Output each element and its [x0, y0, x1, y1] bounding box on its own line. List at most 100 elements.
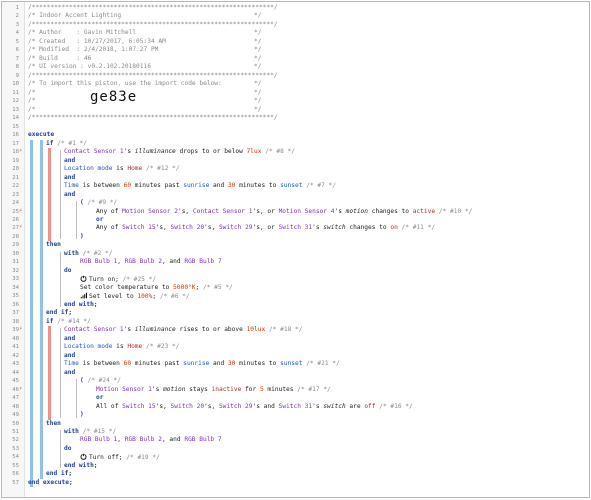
code-line: 50 then	[2, 420, 589, 428]
code-token: motion	[163, 385, 186, 393]
line-number: 13	[12, 106, 19, 113]
keyword: )	[80, 232, 84, 240]
device-name[interactable]: Motion Sensor 2	[122, 208, 178, 215]
line-number: 57	[12, 479, 19, 486]
comment: 46	[83, 54, 92, 62]
keyword: end with;	[64, 300, 98, 308]
device-name[interactable]: Motion Sensor 4	[279, 208, 335, 215]
code-line: 5 /* Created : 10/27/2017, 6:05:34 AM */	[2, 38, 589, 46]
code-token: switch	[323, 224, 346, 232]
device-name[interactable]: Switch 15	[122, 403, 156, 410]
code-line: 21 and	[2, 174, 589, 182]
code-line: 22 Time is between 60 minutes past sunris…	[2, 182, 589, 190]
device-name[interactable]: RGB Bulb 7	[184, 258, 221, 265]
code-token: stays	[185, 385, 212, 393]
device-name[interactable]: Switch 15	[122, 224, 156, 231]
code-text: and	[64, 157, 75, 165]
code-text: and	[64, 352, 75, 360]
code-line: 33 Turn on; /* #25 */	[2, 275, 589, 283]
value: Home	[127, 343, 143, 351]
comment: /* Author :	[28, 29, 84, 37]
keyword: do	[64, 266, 72, 274]
device-name[interactable]: Switch 20	[171, 224, 205, 231]
code-token: 's	[334, 207, 346, 215]
keyword: and	[64, 351, 76, 359]
device-name[interactable]: RGB Bulb 1	[80, 258, 117, 265]
comment: /* #2 */	[82, 249, 113, 257]
code-text: )	[80, 411, 84, 419]
code-line: 36 end with;	[2, 301, 589, 309]
code-line: 24 ( /* #9 */	[2, 199, 589, 207]
line-number: 14	[12, 115, 19, 122]
device-name[interactable]: RGB Bulb 7	[184, 436, 221, 443]
device-name[interactable]: Switch 29	[219, 224, 253, 231]
line-number: 49	[12, 412, 19, 419]
code-line: 31 RGB Bulb 1, RGB Bulb 2, and RGB Bulb 7	[2, 258, 589, 266]
comment: Indoor Accent Lighting	[39, 12, 122, 20]
comment: /* #18 */	[268, 326, 303, 334]
comment: /* #11 */	[401, 224, 436, 232]
device-name[interactable]: Switch 31	[279, 224, 313, 231]
code-token: 's	[252, 402, 264, 410]
variable: sunrise	[183, 360, 210, 368]
line-number: 54	[12, 454, 19, 461]
comment: /* #7 */	[306, 182, 336, 190]
comment: /***************************************…	[28, 20, 278, 28]
line-number: 8	[15, 64, 19, 71]
line-number: 10	[12, 81, 19, 88]
code-text: /* UI version : v0.2.102.20180116	[28, 63, 151, 71]
code-token: and	[209, 360, 228, 368]
code-token: ,	[117, 436, 125, 444]
code-line: 18 Contact Sensor 1's illuminance drops t…	[2, 148, 589, 156]
comment: /*	[28, 80, 40, 88]
keyword: execute	[28, 131, 55, 139]
code-text: ( /* #24 */	[80, 377, 121, 385]
device-name[interactable]: RGB Bulb 2	[125, 258, 162, 265]
code-text: Motion Sensor 1's motion stays inactive …	[96, 386, 331, 394]
comment-close: */	[254, 12, 262, 20]
line-number: 40	[12, 335, 19, 342]
device-name[interactable]: RGB Bulb 1	[80, 436, 117, 443]
comment: /***************************************…	[28, 4, 278, 11]
comment: /* #9 */	[87, 199, 118, 207]
code-text: All of Switch 15's, Switch 20's, Switch …	[96, 403, 413, 411]
comment: /* #6 */	[159, 293, 190, 301]
device-name[interactable]: Motion Sensor 1	[96, 386, 152, 393]
code-line: 4 /* Author : Gavin Mitchell */	[2, 29, 589, 37]
comment: /***************************************…	[28, 71, 278, 79]
code-token: are	[345, 402, 365, 410]
device-name[interactable]: Switch 31	[279, 403, 313, 410]
line-number: 34	[12, 284, 19, 291]
code-token: All of	[96, 402, 123, 410]
code-token: 's,	[204, 224, 219, 232]
line-number: 27	[12, 225, 19, 232]
code-text: ( /* #9 */	[80, 199, 117, 207]
code-line: 46 Motion Sensor 1's motion stays inactiv…	[2, 386, 589, 394]
device-name[interactable]: Contact Sensor 1	[193, 208, 253, 215]
device-name[interactable]: Contact Sensor 1	[64, 148, 124, 155]
device-name[interactable]: Contact Sensor 1	[64, 326, 124, 333]
code-text: /* Author : Gavin Mitchell	[28, 29, 136, 37]
code-text: /* Indoor Accent Lighting	[28, 12, 121, 20]
line-number: 20	[12, 166, 19, 173]
line-number: 41	[12, 344, 19, 351]
comment: /*	[28, 97, 36, 105]
comment: /* #17 */	[297, 385, 331, 393]
code-token: minutes past	[131, 182, 184, 190]
comment: /* #24 */	[87, 377, 121, 385]
line-number: 9	[15, 72, 19, 79]
code-line: 2 /* Indoor Accent Lighting */	[2, 12, 589, 20]
code-line: 47 or	[2, 394, 589, 402]
device-name[interactable]: Switch 20	[171, 403, 205, 410]
code-line: 48 All of Switch 15's, Switch 20's, Switc…	[2, 403, 589, 411]
code-text: /* Build : 46	[28, 55, 91, 63]
code-line: 15	[2, 123, 589, 131]
device-name[interactable]: Switch 29	[219, 403, 253, 410]
number: 5000°K	[173, 283, 196, 291]
line-number: 16	[12, 132, 19, 139]
code-line: 9 /**************************************…	[2, 72, 589, 80]
device-name[interactable]: RGB Bulb 2	[125, 436, 162, 443]
code-token: or	[267, 224, 275, 232]
line-number: 31	[12, 259, 19, 266]
code-token: minutes past	[131, 360, 184, 368]
